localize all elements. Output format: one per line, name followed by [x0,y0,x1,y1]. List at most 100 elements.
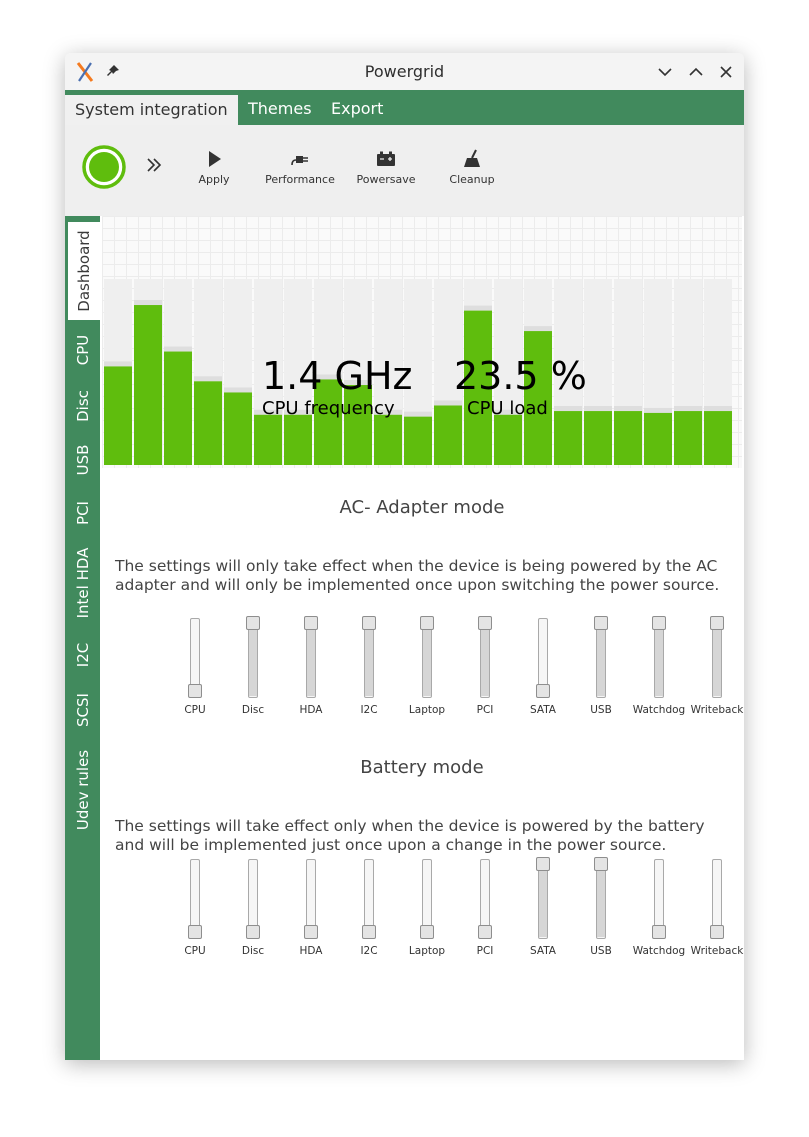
slider-handle[interactable] [188,925,202,939]
slider-handle[interactable] [362,925,376,939]
cpu-bar [104,366,132,465]
sidebar-tab-pci[interactable]: PCI [65,488,100,538]
cpu-frequency-label: CPU frequency [262,398,395,419]
battery-slider-disc[interactable]: Disc [224,857,282,961]
ac-slider-disc[interactable]: Disc [224,616,282,720]
cpu-bar-peak [674,406,702,412]
slider-handle[interactable] [652,925,666,939]
slider-handle[interactable] [536,684,550,698]
broom-icon [464,149,480,167]
slider-handle[interactable] [478,616,492,630]
battery-slider-pci[interactable]: PCI [456,857,514,961]
battery-slider-cpu[interactable]: CPU [166,857,224,961]
slider-handle[interactable] [710,616,724,630]
slider-label: I2C [360,704,378,716]
ac-slider-pci[interactable]: PCI [456,616,514,720]
ac-slider-writeback[interactable]: Writeback [688,616,744,720]
cpu-bar [164,351,192,465]
performance-button[interactable]: Performance [260,149,340,186]
battery-slider-writeback[interactable]: Writeback [688,857,744,961]
battery-slider-watchdog[interactable]: Watchdog [630,857,688,961]
battery-mode-description: The settings will take effect only when … [115,817,705,854]
sidebar-tab-label: Disc [73,390,92,422]
sidebar-tab-i2c[interactable]: I2C [65,630,100,680]
battery-slider-usb[interactable]: USB [572,857,630,961]
cpu-bar-peak [614,406,642,412]
double-chevron-right-icon[interactable] [145,155,163,175]
cpu-bar-peak [104,361,132,367]
powersave-button[interactable]: Powersave [346,149,426,186]
sidebar: Dashboard CPU Disc USB PCI Intel HDA I2C… [65,216,100,1060]
sidebar-tab-disc[interactable]: Disc [65,380,100,432]
slider-label: Laptop [408,704,446,716]
battery-mode-title: Battery mode [360,757,484,778]
apply-button[interactable]: Apply [174,149,254,186]
ac-slider-laptop[interactable]: Laptop [398,616,456,720]
close-icon[interactable] [717,63,735,81]
battery-slider-sata[interactable]: SATA [514,857,572,961]
slider-fill [713,622,721,696]
slider-handle[interactable] [594,616,608,630]
slider-handle[interactable] [362,616,376,630]
maximize-icon[interactable] [687,63,705,81]
slider-label: PCI [476,945,494,957]
slider-handle[interactable] [420,925,434,939]
slider-label: HDA [299,704,323,716]
cpu-bar-peak [134,300,162,306]
sidebar-tab-cpu[interactable]: CPU [65,324,100,376]
battery-slider-hda[interactable]: HDA [282,857,340,961]
cpu-bar-peak [164,346,192,352]
sidebar-tab-label: Intel HDA [73,547,92,619]
slider-fill [655,622,663,696]
sidebar-tab-intel-hda[interactable]: Intel HDA [65,540,100,626]
slider-label: HDA [299,945,323,957]
minimize-icon[interactable] [656,63,674,81]
slider-label: Disc [241,945,265,957]
ac-slider-cpu[interactable]: CPU [166,616,224,720]
slider-handle[interactable] [536,857,550,871]
slider-handle[interactable] [304,616,318,630]
slider-handle[interactable] [420,616,434,630]
slider-handle[interactable] [246,925,260,939]
power-status-icon[interactable] [82,145,126,189]
slider-label: CPU [184,945,206,957]
sidebar-tab-usb[interactable]: USB [65,434,100,486]
sidebar-tab-scsi[interactable]: SCSI [65,682,100,738]
slider-label: Watchdog [632,704,686,716]
slider-handle[interactable] [188,684,202,698]
ac-slider-usb[interactable]: USB [572,616,630,720]
tab-themes[interactable]: Themes [248,90,312,125]
ac-slider-i2c[interactable]: I2C [340,616,398,720]
cpu-bar [674,411,702,465]
slider-label: Writeback [690,945,744,957]
cpu-bar [194,381,222,465]
ac-slider-watchdog[interactable]: Watchdog [630,616,688,720]
cpu-bar [584,411,612,465]
tab-system-integration[interactable]: System integration [65,95,238,125]
slider-fill [481,622,489,696]
slider-handle[interactable] [594,857,608,871]
cpu-bar-peak [704,406,732,412]
ac-slider-hda[interactable]: HDA [282,616,340,720]
cpu-bar [224,392,252,465]
cpu-bar-peak [524,326,552,332]
slider-fill [307,622,315,696]
dashboard-panel: 1.4 GHz CPU frequency 23.5 % CPU load AC… [100,216,744,1060]
slider-handle[interactable] [246,616,260,630]
tab-export[interactable]: Export [331,90,383,125]
slider-handle[interactable] [478,925,492,939]
slider-handle[interactable] [652,616,666,630]
slider-fill [365,622,373,696]
slider-fill [597,622,605,696]
sidebar-tab-dashboard[interactable]: Dashboard [68,222,100,320]
ac-slider-sata[interactable]: SATA [514,616,572,720]
sidebar-tab-udev-rules[interactable]: Udev rules [65,742,100,838]
cleanup-button[interactable]: Cleanup [432,149,512,186]
battery-slider-laptop[interactable]: Laptop [398,857,456,961]
slider-handle[interactable] [710,925,724,939]
slider-label: PCI [476,704,494,716]
sidebar-tab-label: USB [73,444,92,476]
slider-fill [423,622,431,696]
slider-handle[interactable] [304,925,318,939]
battery-slider-i2c[interactable]: I2C [340,857,398,961]
